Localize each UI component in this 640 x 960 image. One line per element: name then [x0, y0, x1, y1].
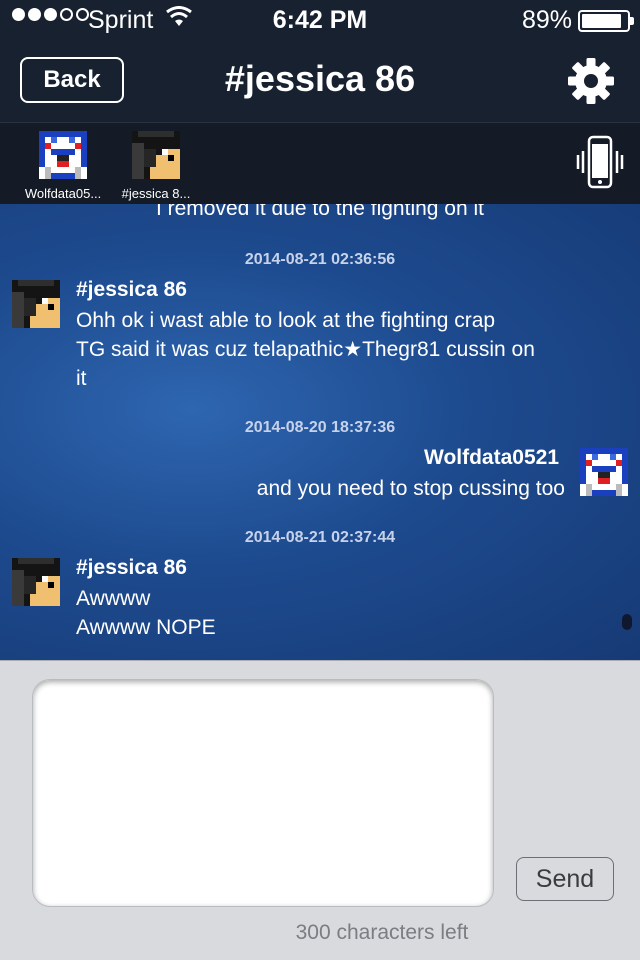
- jessica-avatar[interactable]: [12, 280, 60, 328]
- phone-vibrate-icon[interactable]: [576, 135, 624, 191]
- participant-wolfdata[interactable]: Wolfdata05...: [15, 131, 111, 201]
- message-line: and you need to stop cussing too: [256, 477, 565, 500]
- message-line: it: [76, 367, 87, 390]
- message-body: Awwww Awwww NOPE: [76, 584, 216, 642]
- chat-history[interactable]: I removed it due to the fighting on it 2…: [0, 204, 640, 660]
- sender-name: #jessica 86: [76, 278, 187, 301]
- sender-name: Wolfdata0521: [424, 446, 559, 469]
- sender-name: #jessica 86: [76, 556, 187, 579]
- status-bar: Sprint 6:42 PM 89%: [0, 0, 640, 40]
- participant-name: #jessica 8...: [121, 186, 191, 201]
- message-line: TG said it was cuz telapathic★Thegr81 cu…: [76, 338, 535, 361]
- message-body: and you need to stop cussing too: [120, 474, 565, 503]
- message-body: Ohh ok i wast able to look at the fighti…: [76, 306, 535, 393]
- message-composer: Send 300 characters left: [0, 660, 640, 960]
- back-button[interactable]: Back: [20, 57, 124, 103]
- message-line: Awwww NOPE: [76, 616, 216, 639]
- participants-bar: Wolfdata05... #jessica 8...: [0, 122, 640, 204]
- scrollbar-thumb[interactable]: [622, 614, 632, 630]
- message-line: Awwww: [76, 587, 151, 610]
- wolfdata-avatar: [39, 131, 87, 179]
- message-text: I removed it due to the fighting on it: [155, 204, 485, 220]
- message-timestamp: 2014-08-21 02:37:44: [244, 529, 396, 546]
- participant-jessica[interactable]: #jessica 8...: [108, 131, 204, 201]
- jessica-avatar: [132, 131, 180, 179]
- battery-percent: 89%: [521, 6, 572, 34]
- top-bar: Sprint 6:42 PM 89% Back #jessica 86: [0, 0, 640, 122]
- character-counter: 300 characters left: [295, 921, 469, 944]
- message-timestamp: 2014-08-20 18:37:36: [244, 419, 396, 436]
- jessica-avatar[interactable]: [12, 558, 60, 606]
- wolfdata-avatar[interactable]: [580, 448, 628, 496]
- battery-icon: [578, 10, 634, 32]
- message-timestamp: 2014-08-21 02:36:56: [244, 251, 396, 268]
- message-line: Ohh ok i wast able to look at the fighti…: [76, 309, 496, 332]
- participant-name: Wolfdata05...: [24, 186, 102, 201]
- gear-icon[interactable]: [566, 56, 616, 106]
- page-title: #jessica 86: [224, 58, 416, 99]
- send-button[interactable]: Send: [516, 857, 614, 901]
- message-input[interactable]: [32, 679, 494, 907]
